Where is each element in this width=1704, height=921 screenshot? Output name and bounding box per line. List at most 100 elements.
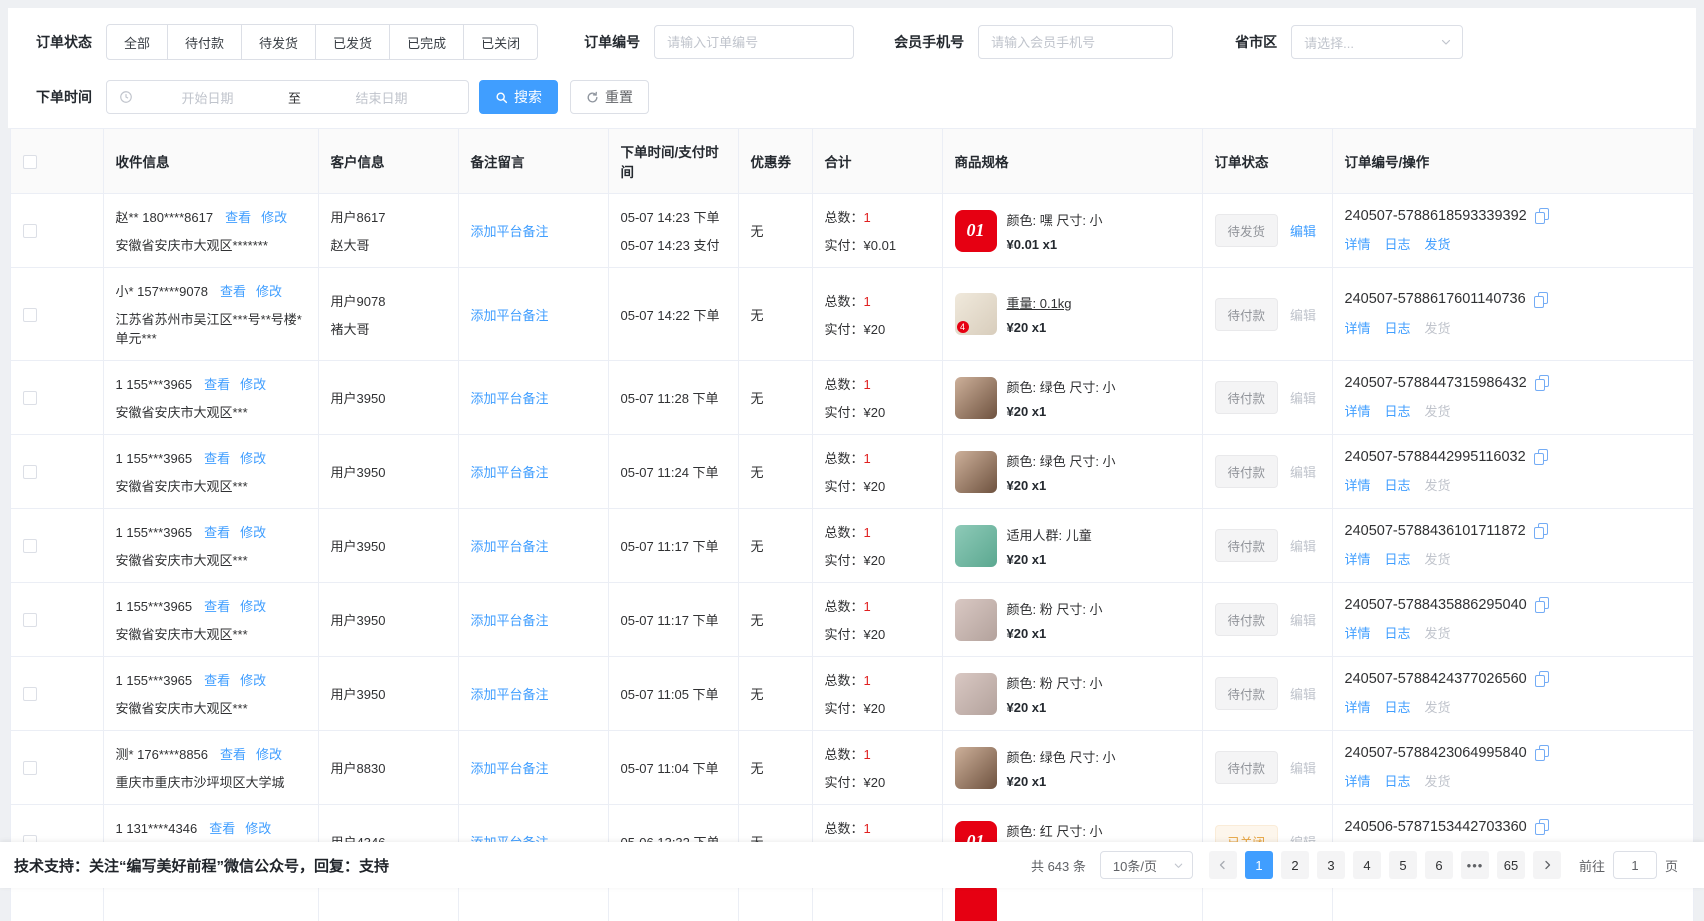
copy-icon[interactable]	[1535, 671, 1549, 687]
modify-link[interactable]: 修改	[240, 377, 266, 392]
add-platform-remark-link[interactable]: 添加平台备注	[471, 308, 549, 323]
modify-link[interactable]: 修改	[240, 673, 266, 688]
tab-shipped[interactable]: 已发货	[315, 24, 390, 60]
page-button[interactable]: 6	[1425, 851, 1453, 879]
row-checkbox[interactable]	[23, 687, 37, 701]
copy-icon[interactable]	[1535, 375, 1549, 391]
detail-link[interactable]: 详情	[1345, 552, 1371, 567]
search-button[interactable]: 搜索	[479, 80, 558, 114]
ship-link[interactable]: 发货	[1425, 552, 1451, 567]
add-platform-remark-link[interactable]: 添加平台备注	[471, 465, 549, 480]
detail-link[interactable]: 详情	[1345, 321, 1371, 336]
select-all-checkbox[interactable]	[23, 155, 37, 169]
add-platform-remark-link[interactable]: 添加平台备注	[471, 224, 549, 239]
tab-closed[interactable]: 已关闭	[463, 24, 538, 60]
add-platform-remark-link[interactable]: 添加平台备注	[471, 539, 549, 554]
next-page-button[interactable]	[1533, 851, 1561, 879]
goto-page-input[interactable]	[1613, 851, 1657, 879]
member-phone-input[interactable]	[978, 25, 1173, 59]
more-pages-button[interactable]: •••	[1461, 851, 1489, 879]
row-checkbox[interactable]	[23, 539, 37, 553]
reset-button[interactable]: 重置	[570, 80, 649, 114]
page-button[interactable]: 4	[1353, 851, 1381, 879]
ship-link[interactable]: 发货	[1425, 404, 1451, 419]
view-link[interactable]: 查看	[225, 210, 251, 225]
page-size-select[interactable]: 10条/页	[1100, 851, 1193, 879]
tab-pending-payment[interactable]: 待付款	[167, 24, 242, 60]
modify-link[interactable]: 修改	[256, 747, 282, 762]
log-link[interactable]: 日志	[1385, 321, 1411, 336]
row-checkbox[interactable]	[23, 761, 37, 775]
edit-link[interactable]: 编辑	[1290, 761, 1316, 776]
page-button[interactable]: 5	[1389, 851, 1417, 879]
view-link[interactable]: 查看	[204, 599, 230, 614]
ship-link[interactable]: 发货	[1425, 774, 1451, 789]
log-link[interactable]: 日志	[1385, 552, 1411, 567]
log-link[interactable]: 日志	[1385, 700, 1411, 715]
modify-link[interactable]: 修改	[256, 284, 282, 299]
copy-icon[interactable]	[1534, 292, 1548, 308]
row-checkbox[interactable]	[23, 391, 37, 405]
add-platform-remark-link[interactable]: 添加平台备注	[471, 613, 549, 628]
view-link[interactable]: 查看	[220, 747, 246, 762]
page-button[interactable]: 2	[1281, 851, 1309, 879]
tab-pending-shipment[interactable]: 待发货	[241, 24, 316, 60]
log-link[interactable]: 日志	[1385, 626, 1411, 641]
copy-icon[interactable]	[1535, 745, 1549, 761]
modify-link[interactable]: 修改	[245, 821, 271, 836]
row-checkbox[interactable]	[23, 224, 37, 238]
edit-link[interactable]: 编辑	[1290, 308, 1316, 323]
view-link[interactable]: 查看	[204, 525, 230, 540]
page-button[interactable]: 65	[1497, 851, 1525, 879]
log-link[interactable]: 日志	[1385, 237, 1411, 252]
edit-link[interactable]: 编辑	[1290, 687, 1316, 702]
ship-link[interactable]: 发货	[1425, 700, 1451, 715]
edit-link[interactable]: 编辑	[1290, 465, 1316, 480]
page-button[interactable]: 3	[1317, 851, 1345, 879]
add-platform-remark-link[interactable]: 添加平台备注	[471, 761, 549, 776]
ship-link[interactable]: 发货	[1425, 321, 1451, 336]
detail-link[interactable]: 详情	[1345, 478, 1371, 493]
add-platform-remark-link[interactable]: 添加平台备注	[471, 391, 549, 406]
modify-link[interactable]: 修改	[240, 451, 266, 466]
start-date-input[interactable]: 开始日期	[133, 88, 282, 107]
detail-link[interactable]: 详情	[1345, 700, 1371, 715]
view-link[interactable]: 查看	[220, 284, 246, 299]
tab-all[interactable]: 全部	[106, 24, 168, 60]
prev-page-button[interactable]	[1209, 851, 1237, 879]
log-link[interactable]: 日志	[1385, 478, 1411, 493]
copy-icon[interactable]	[1535, 597, 1549, 613]
log-link[interactable]: 日志	[1385, 404, 1411, 419]
copy-icon[interactable]	[1535, 208, 1549, 224]
view-link[interactable]: 查看	[204, 377, 230, 392]
tab-completed[interactable]: 已完成	[389, 24, 464, 60]
edit-link[interactable]: 编辑	[1290, 391, 1316, 406]
ship-link[interactable]: 发货	[1425, 478, 1451, 493]
copy-icon[interactable]	[1535, 819, 1549, 835]
modify-link[interactable]: 修改	[240, 599, 266, 614]
edit-link[interactable]: 编辑	[1290, 224, 1316, 239]
view-link[interactable]: 查看	[204, 451, 230, 466]
end-date-input[interactable]: 结束日期	[307, 88, 456, 107]
detail-link[interactable]: 详情	[1345, 774, 1371, 789]
date-range-picker[interactable]: 开始日期 至 结束日期	[106, 80, 469, 114]
modify-link[interactable]: 修改	[240, 525, 266, 540]
ship-link[interactable]: 发货	[1425, 626, 1451, 641]
edit-link[interactable]: 编辑	[1290, 539, 1316, 554]
edit-link[interactable]: 编辑	[1290, 613, 1316, 628]
row-checkbox[interactable]	[23, 465, 37, 479]
add-platform-remark-link[interactable]: 添加平台备注	[471, 687, 549, 702]
page-button[interactable]: 1	[1245, 851, 1273, 879]
view-link[interactable]: 查看	[209, 821, 235, 836]
region-select[interactable]: 请选择...	[1291, 25, 1463, 59]
row-checkbox[interactable]	[23, 613, 37, 627]
detail-link[interactable]: 详情	[1345, 237, 1371, 252]
order-no-input[interactable]	[654, 25, 854, 59]
view-link[interactable]: 查看	[204, 673, 230, 688]
copy-icon[interactable]	[1534, 449, 1548, 465]
detail-link[interactable]: 详情	[1345, 404, 1371, 419]
detail-link[interactable]: 详情	[1345, 626, 1371, 641]
modify-link[interactable]: 修改	[261, 210, 287, 225]
row-checkbox[interactable]	[23, 308, 37, 322]
log-link[interactable]: 日志	[1385, 774, 1411, 789]
